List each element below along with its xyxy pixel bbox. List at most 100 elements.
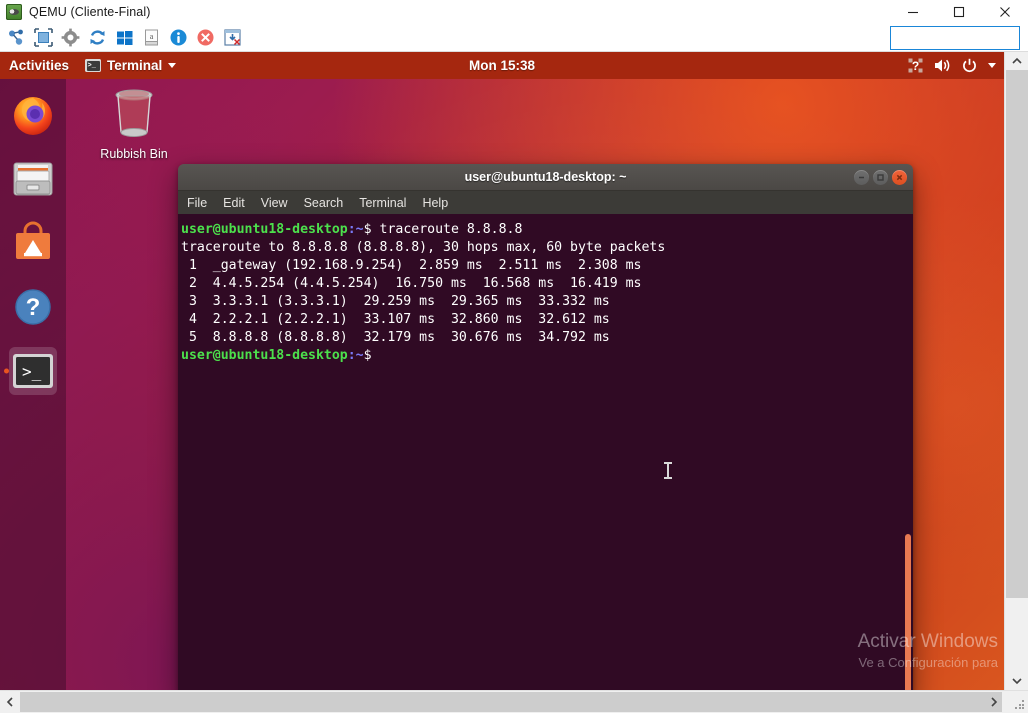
close-circle-icon [196,28,215,47]
host-address-input[interactable] [891,27,1019,49]
scroll-up-button[interactable] [1005,52,1028,70]
chevron-right-icon [990,697,998,707]
prompt-user-host: user@ubuntu18-desktop [181,222,348,237]
text-cursor-icon [667,463,669,478]
firefox-icon [10,92,56,138]
keyboard-input-icon[interactable]: ? [908,58,923,73]
volume-icon[interactable] [934,58,951,73]
chevron-down-icon [1012,677,1022,685]
toolbar-settings-button[interactable] [58,25,83,50]
toolbar-network-button[interactable] [4,25,29,50]
terminal-menubar: File Edit View Search Terminal Help [178,191,913,214]
host-window-title: QEMU (Cliente-Final) [29,5,150,19]
toolbar-windows-button[interactable] [112,25,137,50]
toolbar-close-circle-button[interactable] [193,25,218,50]
maximize-icon [953,6,965,18]
menu-view[interactable]: View [261,196,288,210]
terminal-close-button[interactable] [892,170,907,185]
horizontal-scrollbar-thumb[interactable] [20,692,1002,712]
host-minimize-button[interactable] [890,0,936,24]
capture-icon [223,28,242,47]
minimize-icon [907,6,919,18]
menu-terminal[interactable]: Terminal [359,196,406,210]
prompt-user-host: user@ubuntu18-desktop [181,348,348,363]
host-window-controls [890,0,1028,24]
host-close-button[interactable] [982,0,1028,24]
prompt-path: :~ [348,348,364,363]
host-titlebar: QEMU (Cliente-Final) [0,0,1028,24]
scroll-right-button[interactable] [984,691,1004,713]
network-icon [7,28,26,47]
host-maximize-button[interactable] [936,0,982,24]
ubuntu-dock: ? >_ [0,79,66,690]
dock-item-ubuntu-software[interactable] [9,219,57,267]
terminal-icon: >_ [12,353,54,389]
guest-desktop: Activities Terminal Mon 15:38 ? [0,52,1004,690]
scroll-down-button[interactable] [1005,672,1028,690]
chevron-up-icon [1012,57,1022,65]
svg-text:a: a [150,32,154,41]
terminal-line: traceroute to 8.8.8.8 (8.8.8.8), 30 hops… [180,239,913,257]
toolbar-document-button[interactable]: a [139,25,164,50]
toolbar-fullscreen-button[interactable] [31,25,56,50]
terminal-line: user@ubuntu18-desktop:~$ traceroute 8.8.… [180,221,913,239]
clock[interactable]: Mon 15:38 [0,58,1004,73]
terminal-line: user@ubuntu18-desktop:~$ [180,347,913,365]
fullscreen-icon [34,28,53,47]
horizontal-scrollbar[interactable] [0,690,1028,713]
dock-item-firefox[interactable] [9,91,57,139]
prompt-symbol: $ [364,222,372,237]
toolbar-info-button[interactable] [166,25,191,50]
menu-help[interactable]: Help [422,196,448,210]
terminal-title: user@ubuntu18-desktop: ~ [465,170,627,184]
dock-item-help[interactable]: ? [9,283,57,331]
terminal-window-controls [854,164,907,190]
qemu-icon [6,4,22,20]
dock-item-files[interactable] [9,155,57,203]
info-icon [169,28,188,47]
terminal-line: 3 3.3.3.1 (3.3.3.1) 29.259 ms 29.365 ms … [180,293,913,311]
terminal-line: 1 _gateway (192.168.9.254) 2.859 ms 2.51… [180,257,913,275]
desktop-icon-label: Rubbish Bin [96,147,172,161]
minimize-icon [857,173,866,182]
ubuntu-software-icon [11,221,55,265]
windows-logo-icon [115,28,134,47]
help-icon: ? [11,285,55,329]
chevron-down-icon[interactable] [988,63,996,68]
terminal-line: 5 8.8.8.8 (8.8.8.8) 32.179 ms 30.676 ms … [180,329,913,347]
prompt-path: :~ [348,222,364,237]
terminal-minimize-button[interactable] [854,170,869,185]
resize-grip[interactable] [1015,700,1025,710]
terminal-titlebar: user@ubuntu18-desktop: ~ [178,164,913,191]
menu-search[interactable]: Search [304,196,344,210]
toolbar-capture-button[interactable] [220,25,245,50]
terminal-output-area[interactable]: user@ubuntu18-desktop:~$ traceroute 8.8.… [178,214,913,690]
terminal-line: 4 2.2.2.1 (2.2.2.1) 33.107 ms 32.860 ms … [180,311,913,329]
host-address-field-wrapper[interactable] [890,26,1020,50]
menu-edit[interactable]: Edit [223,196,245,210]
rubbish-bin-icon [103,84,165,140]
dock-item-terminal[interactable]: >_ [9,347,57,395]
terminal-window: user@ubuntu18-desktop: ~ File Edit Vie [178,164,913,690]
document-icon: a [142,28,161,47]
maximize-icon [876,173,885,182]
close-icon [895,173,904,182]
terminal-scrollbar[interactable] [905,534,911,690]
vertical-scrollbar[interactable] [1004,52,1028,690]
desktop-icon-rubbish-bin[interactable]: Rubbish Bin [96,84,172,161]
files-icon [11,157,55,201]
toolbar-refresh-button[interactable] [85,25,110,50]
qemu-toolbar: a [0,24,1028,52]
power-icon[interactable] [962,58,977,73]
svg-text:>_: >_ [22,362,42,381]
menu-file[interactable]: File [187,196,207,210]
svg-text:?: ? [912,59,919,73]
terminal-maximize-button[interactable] [873,170,888,185]
terminal-line: 2 4.4.5.254 (4.4.5.254) 16.750 ms 16.568… [180,275,913,293]
qemu-application-window: QEMU (Cliente-Final) [0,0,1028,713]
refresh-icon [88,28,107,47]
vertical-scrollbar-thumb[interactable] [1006,70,1028,598]
system-tray: ? [908,58,996,73]
svg-text:?: ? [26,294,41,321]
scroll-left-button[interactable] [0,691,20,713]
